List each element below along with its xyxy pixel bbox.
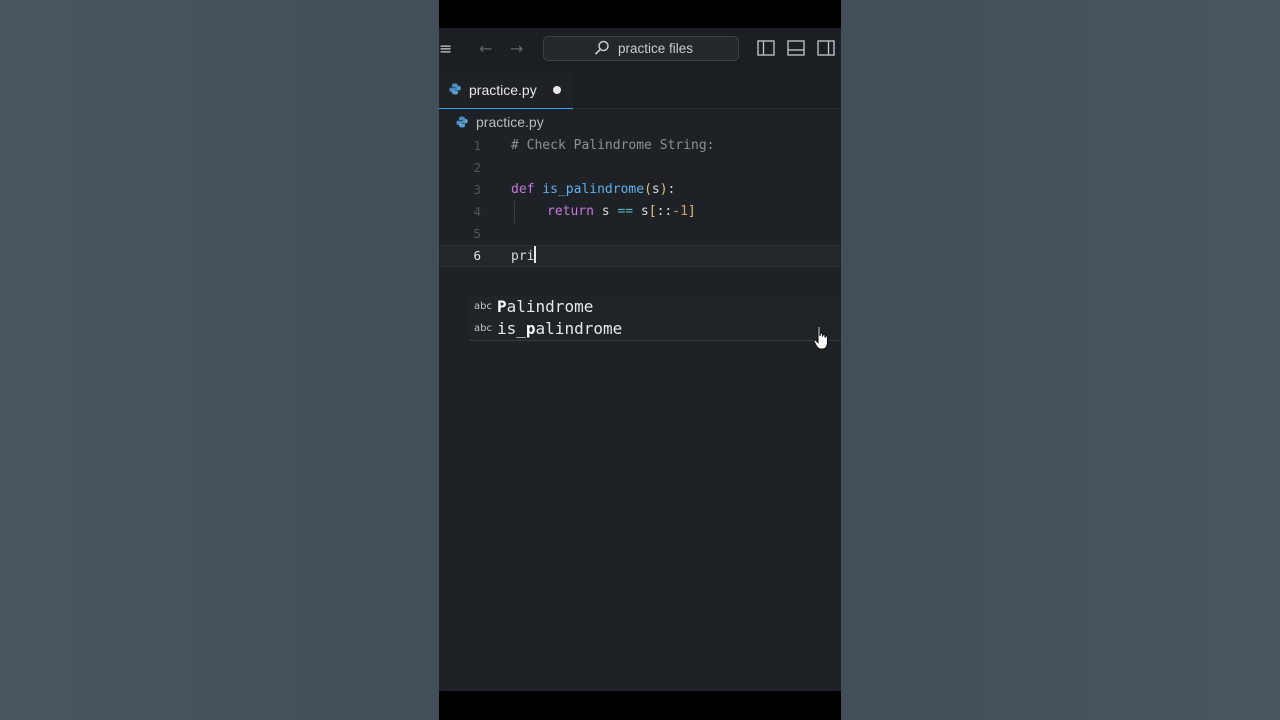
- line-number: 5: [473, 226, 481, 241]
- toggle-panel-icon[interactable]: [787, 40, 805, 56]
- line-number: 6: [473, 248, 481, 263]
- menu-icon[interactable]: ≡: [439, 39, 452, 59]
- suggestion-item[interactable]: abc is_palindrome: [469, 318, 841, 340]
- autocomplete-widget: abc Palindrome abc is_palindrome: [469, 295, 841, 341]
- tab-label: practice.py: [469, 82, 537, 98]
- tab-bar: practice.py: [439, 73, 841, 109]
- python-file-icon: [456, 116, 468, 128]
- code-line[interactable]: 5: [439, 223, 841, 245]
- code-line[interactable]: 2: [439, 157, 841, 179]
- breadcrumb: practice.py: [439, 109, 841, 135]
- hand-pointer-icon: [813, 325, 829, 350]
- phone-frame: ≡ ← → practice files practice.py practic…: [439, 0, 841, 720]
- code-line[interactable]: 3 def is_palindrome(s):: [439, 179, 841, 201]
- indent-guide: [514, 201, 515, 223]
- toggle-secondary-sidebar-icon[interactable]: [817, 40, 835, 56]
- code-text: pri: [511, 246, 537, 267]
- line-number: 4: [473, 204, 481, 219]
- breadcrumb-file[interactable]: practice.py: [476, 109, 544, 135]
- code-line[interactable]: 1 # Check Palindrome String:: [439, 135, 841, 157]
- line-number: 1: [473, 138, 481, 153]
- editor-window: ≡ ← → practice files practice.py practic…: [439, 28, 841, 691]
- line-number: 3: [473, 182, 481, 197]
- back-arrow-icon[interactable]: ←: [479, 38, 492, 60]
- text-cursor: [534, 246, 537, 263]
- code-text: # Check Palindrome String:: [511, 138, 715, 153]
- suggestion-label: is_palindrome: [497, 319, 623, 338]
- current-code-line[interactable]: 6 pri: [439, 245, 841, 267]
- forward-arrow-icon[interactable]: →: [510, 38, 523, 60]
- command-center-search[interactable]: practice files: [543, 36, 739, 61]
- suggestion-item[interactable]: abc Palindrome: [469, 296, 841, 318]
- suggestion-label: Palindrome: [497, 297, 594, 316]
- python-file-icon: [449, 83, 461, 95]
- code-text: def is_palindrome(s):: [511, 182, 676, 197]
- title-bar: ≡ ← → practice files: [439, 28, 841, 73]
- text-kind-icon: abc: [474, 323, 492, 334]
- text-kind-icon: abc: [474, 301, 492, 312]
- code-text: return s == s[::-1]: [547, 204, 696, 219]
- tab-practice-py[interactable]: practice.py: [439, 73, 573, 109]
- search-icon: [595, 40, 609, 55]
- unsaved-changes-dot-icon[interactable]: [553, 86, 561, 94]
- line-number: 2: [473, 160, 481, 175]
- code-editor[interactable]: 1 # Check Palindrome String: 2 3 def is_…: [439, 135, 841, 691]
- search-label: practice files: [618, 41, 694, 56]
- toggle-primary-sidebar-icon[interactable]: [757, 40, 775, 56]
- code-line[interactable]: 4 return s == s[::-1]: [439, 201, 841, 223]
